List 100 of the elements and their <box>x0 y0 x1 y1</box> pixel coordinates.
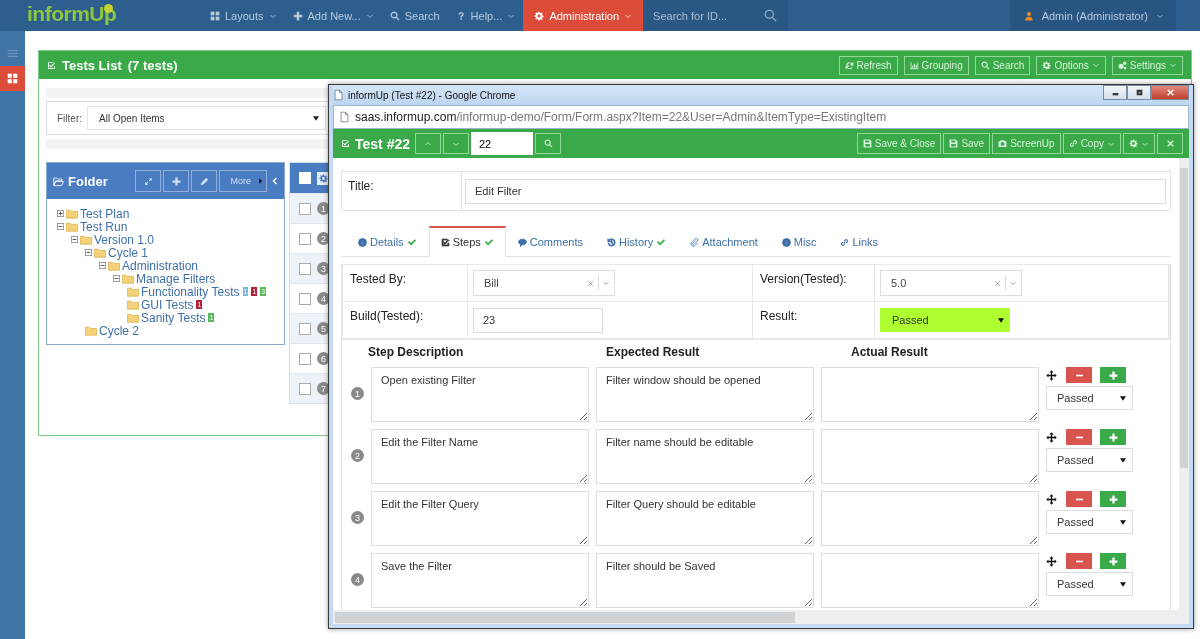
result-select[interactable]: Passed <box>880 308 1010 332</box>
remove-step-button[interactable] <box>1066 429 1092 445</box>
tab[interactable]: Links <box>828 226 891 257</box>
row-checkbox[interactable] <box>299 382 311 395</box>
step-number: 2 <box>351 449 364 462</box>
step-result-select[interactable]: Passed <box>1046 572 1133 596</box>
go-button[interactable] <box>535 133 561 154</box>
folder-icon <box>127 299 139 310</box>
tree-item[interactable]: Administration <box>122 258 199 273</box>
add-step-button[interactable] <box>1100 553 1126 569</box>
step-description-field[interactable]: Edit the Filter Name <box>371 429 589 484</box>
close-button[interactable] <box>1151 85 1189 100</box>
step-number: 1 <box>351 387 364 400</box>
expected-result-field[interactable]: Filter Query should be editable <box>596 491 814 546</box>
build-field[interactable]: 23 <box>473 307 603 333</box>
tab[interactable]: Details <box>346 226 429 257</box>
filter-select[interactable]: All Open Items <box>87 106 326 130</box>
horizontal-scrollbar[interactable] <box>333 610 1189 624</box>
collapse-icon[interactable] <box>71 236 78 243</box>
tree-item[interactable]: Functionality Tests <box>141 284 240 299</box>
nav-menu-item[interactable]: Help... <box>447 0 524 31</box>
tab[interactable]: History <box>594 226 679 257</box>
vertical-scrollbar[interactable] <box>1179 158 1189 610</box>
actual-result-field[interactable] <box>821 367 1039 422</box>
row-checkbox[interactable] <box>299 232 311 245</box>
field-label: Tested By: <box>350 272 407 286</box>
collapse-icon[interactable] <box>113 275 120 282</box>
tab[interactable]: Steps <box>428 226 506 257</box>
nav-menu-item[interactable]: Layouts <box>202 0 285 31</box>
row-checkbox[interactable] <box>299 352 311 365</box>
remove-step-button[interactable] <box>1066 367 1092 383</box>
tab[interactable]: Attachment <box>678 226 770 257</box>
tree-item[interactable]: Cycle 1 <box>108 245 148 260</box>
actual-result-field[interactable] <box>821 429 1039 484</box>
plus-icon <box>171 176 181 186</box>
maximize-button[interactable] <box>1127 85 1151 100</box>
tree-item[interactable]: Manage Filters <box>136 271 216 286</box>
add-step-button[interactable] <box>1100 367 1126 383</box>
close-form-button[interactable] <box>1157 133 1183 154</box>
edit-button[interactable] <box>191 170 217 192</box>
logo[interactable]: informUp <box>0 0 167 31</box>
step-description-field[interactable]: Edit the Filter Query <box>371 491 589 546</box>
floppy-icon <box>862 139 872 148</box>
expand-button[interactable] <box>135 170 161 192</box>
step-result-select[interactable]: Passed <box>1046 510 1133 534</box>
minimize-button[interactable] <box>1103 85 1127 100</box>
nav-menu-item[interactable]: Administration <box>523 0 644 31</box>
tab[interactable]: Misc <box>769 226 829 257</box>
more-button[interactable]: More <box>219 170 267 192</box>
remove-step-button[interactable] <box>1066 491 1092 507</box>
actual-result-field[interactable] <box>821 491 1039 546</box>
row-checkbox[interactable] <box>299 262 311 275</box>
plus-icon <box>1108 370 1118 380</box>
field-label: Version(Tested): <box>760 272 847 286</box>
settings-button[interactable] <box>1123 133 1155 154</box>
row-checkbox[interactable] <box>299 322 311 335</box>
actual-result-field[interactable] <box>821 553 1039 608</box>
floppy-icon <box>949 139 959 148</box>
step-result-select[interactable]: Passed <box>1046 386 1133 410</box>
item-number-field[interactable]: 22 <box>471 132 533 155</box>
caret-icon <box>602 279 610 287</box>
nav-menu-item[interactable]: Add New... <box>284 0 382 31</box>
step-description-field[interactable]: Save the Filter <box>371 553 589 608</box>
window-title: informUp (Test #22) - Google Chrome <box>348 89 516 101</box>
clear-icon <box>993 278 1002 288</box>
nav-menu-item[interactable]: Search <box>381 0 448 31</box>
tree-item[interactable]: Cycle 2 <box>99 323 139 338</box>
tree-item[interactable]: Test Plan <box>80 206 130 221</box>
expected-result-field[interactable]: Filter should be Saved <box>596 553 814 608</box>
search-field[interactable]: Search for ID... <box>643 0 789 31</box>
tree-item[interactable]: Sanity Tests <box>141 310 206 325</box>
tab[interactable]: Comments <box>505 226 595 257</box>
tree-item[interactable]: GUI Tests <box>141 297 194 312</box>
address-bar[interactable]: saas.informup.com/informup-demo/Form/Form.aspx?Item=22&User=Admin&ItemType=ExistingItem <box>333 105 1189 129</box>
collapse-icon[interactable] <box>99 262 106 269</box>
remove-step-button[interactable] <box>1066 553 1092 569</box>
collapse-icon[interactable] <box>57 223 64 230</box>
next-button[interactable] <box>443 133 469 154</box>
user-menu[interactable]: Admin (Administrator) <box>1009 0 1176 31</box>
select-all-checkbox[interactable] <box>299 172 311 184</box>
add-step-button[interactable] <box>1100 491 1126 507</box>
add-button[interactable] <box>163 170 189 192</box>
step-description-field[interactable]: Open existing Filter <box>371 367 589 422</box>
combo-field[interactable]: 5.0 <box>880 270 1022 296</box>
row-checkbox[interactable] <box>299 292 311 305</box>
tree-item[interactable]: Test Run <box>80 219 128 234</box>
add-step-button[interactable] <box>1100 429 1126 445</box>
title-field[interactable]: Edit Filter <box>465 178 1166 204</box>
previous-button[interactable] <box>415 133 441 154</box>
row-checkbox[interactable] <box>299 202 311 215</box>
expected-result-field[interactable]: Filter window should be opened <box>596 367 814 422</box>
expand-icon[interactable] <box>57 210 64 217</box>
step-result-select[interactable]: Passed <box>1046 448 1133 472</box>
combo-field[interactable]: Bill <box>473 270 615 296</box>
dropdown-icon <box>998 317 1004 323</box>
field-label: Result: <box>760 309 798 323</box>
expected-result-field[interactable]: Filter name should be editable <box>596 429 814 484</box>
dashboard-button[interactable] <box>0 66 25 91</box>
tree-item[interactable]: Version 1.0 <box>94 232 155 247</box>
collapse-icon[interactable] <box>85 249 92 256</box>
